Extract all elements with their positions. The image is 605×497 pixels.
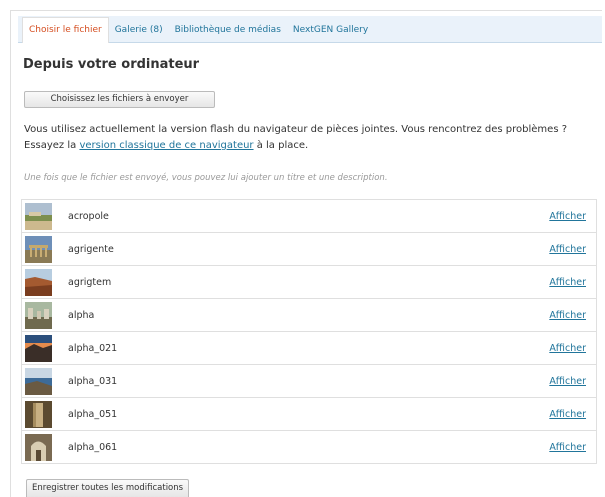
file-row: agrigente Afficher (21, 233, 597, 266)
upload-hint: Une fois que le fichier est envoyé, vous… (24, 173, 388, 183)
show-file-link[interactable]: Afficher (549, 233, 586, 266)
file-row: alpha_021 Afficher (21, 332, 597, 365)
file-name: alpha_031 (68, 376, 118, 387)
flash-uploader-notice: Vous utilisez actuellement la version fl… (24, 122, 594, 154)
tab-nextgen-gallery[interactable]: NextGEN Gallery (287, 18, 374, 42)
classic-uploader-link[interactable]: version classique de ce navigateur (79, 140, 253, 151)
file-thumbnail (25, 236, 52, 263)
file-row: alpha_031 Afficher (21, 365, 597, 398)
tab-galerie-8[interactable]: Galerie (8) (109, 18, 169, 42)
show-file-link[interactable]: Afficher (549, 431, 586, 464)
uploaded-file-list: acropole Afficher agrigente Afficher agrigte… (21, 199, 597, 464)
file-thumbnail (25, 269, 52, 296)
file-thumbnail (25, 401, 52, 428)
tab-biblioth-que-de-m-dias[interactable]: Bibliothèque de médias (169, 18, 287, 42)
file-name: agrigente (68, 244, 114, 255)
file-row: alpha_061 Afficher (21, 431, 597, 464)
show-file-link[interactable]: Afficher (549, 200, 586, 233)
file-thumbnail (25, 434, 52, 461)
file-row: alpha Afficher (21, 299, 597, 332)
tab-choisir-le-fichier[interactable]: Choisir le fichier (22, 17, 109, 43)
file-thumbnail (25, 368, 52, 395)
file-name: alpha_021 (68, 343, 118, 354)
file-row: alpha_051 Afficher (21, 398, 597, 431)
file-thumbnail (25, 335, 52, 362)
file-thumbnail (25, 302, 52, 329)
file-thumbnail (25, 203, 52, 230)
file-name: agrigtem (68, 277, 112, 288)
section-heading: Depuis votre ordinateur (23, 57, 200, 72)
file-name: alpha_061 (68, 442, 118, 453)
show-file-link[interactable]: Afficher (549, 299, 586, 332)
show-file-link[interactable]: Afficher (549, 266, 586, 299)
file-name: acropole (68, 211, 109, 222)
show-file-link[interactable]: Afficher (549, 398, 586, 431)
show-file-link[interactable]: Afficher (549, 332, 586, 365)
save-all-changes-button[interactable]: Enregistrer toutes les modifications (26, 479, 190, 497)
file-row: agrigtem Afficher (21, 266, 597, 299)
notice-text-end: à la place. (253, 140, 309, 151)
file-name: alpha (68, 310, 95, 321)
file-name: alpha_051 (68, 409, 118, 420)
show-file-link[interactable]: Afficher (549, 365, 586, 398)
media-tabs: Choisir le fichier Galerie (8) Bibliothèqu… (18, 16, 602, 43)
file-row: acropole Afficher (21, 200, 597, 233)
choose-files-button[interactable]: Choisissez les fichiers à envoyer (24, 91, 215, 108)
